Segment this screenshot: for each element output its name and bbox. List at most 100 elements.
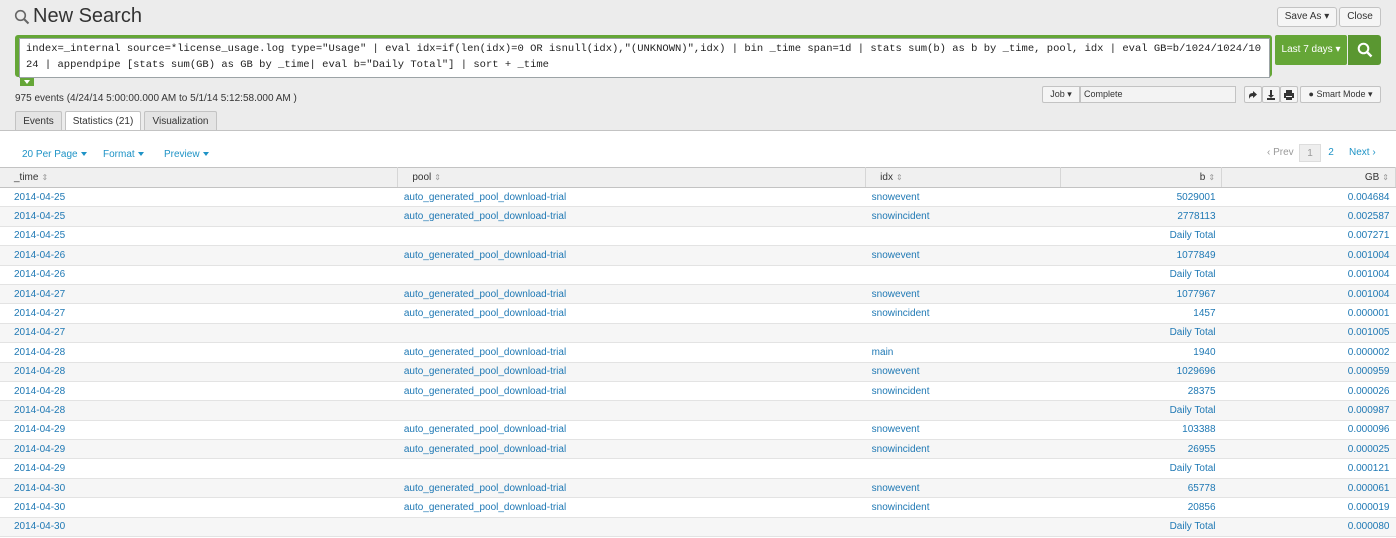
table-cell-gb[interactable]: 0.000002 xyxy=(1221,342,1396,363)
table-cell-b[interactable]: 65778 xyxy=(1060,478,1222,499)
table-cell-gb[interactable]: 0.000025 xyxy=(1221,439,1396,460)
time-range-picker[interactable]: Last 7 days ▾ xyxy=(1275,35,1347,65)
table-cell-pool[interactable]: auto_generated_pool_download-trial xyxy=(397,381,866,402)
table-cell-pool[interactable]: auto_generated_pool_download-trial xyxy=(397,497,866,518)
table-cell-b[interactable]: 5029001 xyxy=(1060,187,1222,208)
table-cell-gb[interactable]: 0.000987 xyxy=(1221,400,1396,421)
sort-icon[interactable]: ⇕ xyxy=(896,173,903,182)
table-cell-gb[interactable]: 0.000080 xyxy=(1221,517,1396,538)
table-cell-time[interactable]: 2014-04-29 xyxy=(0,458,398,479)
table-cell-time[interactable]: 2014-04-29 xyxy=(0,420,398,441)
table-cell-pool[interactable]: auto_generated_pool_download-trial xyxy=(397,342,866,363)
table-cell-idx[interactable]: snowincident xyxy=(865,303,1061,324)
table-cell-time[interactable]: 2014-04-28 xyxy=(0,362,398,382)
table-cell-time[interactable]: 2014-04-28 xyxy=(0,400,398,421)
table-cell-idx[interactable]: snowevent xyxy=(865,420,1061,441)
table-cell-pool[interactable]: auto_generated_pool_download-trial xyxy=(397,478,866,499)
table-cell-b[interactable]: 1940 xyxy=(1060,342,1222,363)
sort-icon[interactable]: ⇕ xyxy=(1382,173,1389,182)
column-header-idx[interactable]: idx ⇕ xyxy=(865,167,1062,188)
expand-search-toggle[interactable] xyxy=(20,78,34,86)
table-cell-gb[interactable]: 0.007271 xyxy=(1221,226,1396,247)
table-cell-idx[interactable]: snowevent xyxy=(865,187,1061,208)
pagination-page-2[interactable]: 2 xyxy=(1324,144,1338,162)
table-cell-b[interactable]: 20856 xyxy=(1060,497,1222,518)
table-cell-pool[interactable]: auto_generated_pool_download-trial xyxy=(397,420,866,441)
table-cell-idx[interactable]: snowevent xyxy=(865,362,1061,382)
table-cell-time[interactable]: 2014-04-26 xyxy=(0,245,398,266)
table-cell-b[interactable]: 28375 xyxy=(1060,381,1222,402)
tab-statistics[interactable]: Statistics (21) xyxy=(65,111,141,132)
table-cell-time[interactable]: 2014-04-27 xyxy=(0,323,398,344)
table-cell-time[interactable]: 2014-04-28 xyxy=(0,342,398,363)
table-cell-gb[interactable]: 0.004684 xyxy=(1221,187,1396,208)
table-cell-time[interactable]: 2014-04-29 xyxy=(0,439,398,460)
table-cell-time[interactable]: 2014-04-30 xyxy=(0,478,398,499)
format-menu[interactable]: Format xyxy=(103,149,144,160)
search-mode-menu[interactable]: ● Smart Mode ▾ xyxy=(1300,86,1381,103)
table-cell-time[interactable]: 2014-04-25 xyxy=(0,187,398,208)
table-cell-time[interactable]: 2014-04-27 xyxy=(0,284,398,305)
table-cell-time[interactable]: 2014-04-25 xyxy=(0,226,398,247)
table-cell-gb[interactable]: 0.001004 xyxy=(1221,265,1396,285)
column-header-b[interactable]: b ⇕ xyxy=(1060,167,1223,188)
table-cell-b[interactable]: Daily Total xyxy=(1060,517,1222,538)
table-cell-b[interactable]: Daily Total xyxy=(1060,226,1222,247)
table-cell-pool[interactable]: auto_generated_pool_download-trial xyxy=(397,245,866,266)
search-input[interactable]: index=_internal source=*license_usage.lo… xyxy=(19,38,1270,78)
table-cell-gb[interactable]: 0.000096 xyxy=(1221,420,1396,441)
table-cell-time[interactable]: 2014-04-27 xyxy=(0,303,398,324)
table-cell-time[interactable]: 2014-04-28 xyxy=(0,381,398,402)
table-cell-idx[interactable]: snowincident xyxy=(865,381,1061,402)
table-cell-time[interactable]: 2014-04-25 xyxy=(0,206,398,227)
table-cell-idx[interactable]: snowincident xyxy=(865,497,1061,518)
sort-icon[interactable]: ⇕ xyxy=(1208,173,1215,182)
table-cell-pool[interactable]: auto_generated_pool_download-trial xyxy=(397,362,866,382)
tab-events[interactable]: Events xyxy=(15,111,62,131)
table-cell-b[interactable]: 26955 xyxy=(1060,439,1222,460)
sort-icon[interactable]: ⇕ xyxy=(41,173,48,182)
table-cell-b[interactable]: Daily Total xyxy=(1060,265,1222,285)
per-page-menu[interactable]: 20 Per Page xyxy=(22,149,87,160)
table-cell-time[interactable]: 2014-04-26 xyxy=(0,265,398,285)
table-cell-idx[interactable]: snowevent xyxy=(865,478,1061,499)
share-button[interactable] xyxy=(1244,86,1262,103)
table-cell-b[interactable]: 103388 xyxy=(1060,420,1222,441)
table-cell-idx[interactable]: snowincident xyxy=(865,439,1061,460)
table-cell-b[interactable]: 1457 xyxy=(1060,303,1222,324)
table-cell-gb[interactable]: 0.001004 xyxy=(1221,284,1396,305)
table-cell-pool[interactable]: auto_generated_pool_download-trial xyxy=(397,206,866,227)
pagination-page-1[interactable]: 1 xyxy=(1299,144,1321,162)
table-cell-idx[interactable]: main xyxy=(865,342,1061,363)
table-cell-idx[interactable]: snowevent xyxy=(865,284,1061,305)
preview-menu[interactable]: Preview xyxy=(164,149,209,160)
table-cell-gb[interactable]: 0.000959 xyxy=(1221,362,1396,382)
pagination-next[interactable]: Next › xyxy=(1349,144,1376,162)
close-button[interactable]: Close xyxy=(1339,7,1381,27)
column-header-pool[interactable]: pool ⇕ xyxy=(397,167,867,188)
table-cell-b[interactable]: 1029696 xyxy=(1060,362,1222,382)
table-cell-time[interactable]: 2014-04-30 xyxy=(0,497,398,518)
export-button[interactable] xyxy=(1262,86,1280,103)
table-cell-b[interactable]: 2778113 xyxy=(1060,206,1222,227)
table-cell-pool[interactable]: auto_generated_pool_download-trial xyxy=(397,187,866,208)
pagination-prev[interactable]: ‹ Prev xyxy=(1267,144,1294,162)
table-cell-gb[interactable]: 0.000061 xyxy=(1221,478,1396,499)
table-cell-gb[interactable]: 0.002587 xyxy=(1221,206,1396,227)
table-cell-b[interactable]: 1077967 xyxy=(1060,284,1222,305)
column-header-time[interactable]: _time ⇕ xyxy=(0,167,399,188)
sort-icon[interactable]: ⇕ xyxy=(434,173,441,182)
table-cell-pool[interactable]: auto_generated_pool_download-trial xyxy=(397,284,866,305)
table-cell-pool[interactable]: auto_generated_pool_download-trial xyxy=(397,439,866,460)
table-cell-b[interactable]: Daily Total xyxy=(1060,400,1222,421)
tab-visualization[interactable]: Visualization xyxy=(144,111,217,131)
table-cell-pool[interactable]: auto_generated_pool_download-trial xyxy=(397,303,866,324)
table-cell-gb[interactable]: 0.001004 xyxy=(1221,245,1396,266)
table-cell-b[interactable]: Daily Total xyxy=(1060,458,1222,479)
table-cell-b[interactable]: 1077849 xyxy=(1060,245,1222,266)
table-cell-gb[interactable]: 0.000001 xyxy=(1221,303,1396,324)
table-cell-gb[interactable]: 0.000026 xyxy=(1221,381,1396,402)
job-menu-button[interactable]: Job ▾ xyxy=(1042,86,1080,103)
save-as-button[interactable]: Save As ▾ xyxy=(1277,7,1337,27)
table-cell-idx[interactable]: snowincident xyxy=(865,206,1061,227)
